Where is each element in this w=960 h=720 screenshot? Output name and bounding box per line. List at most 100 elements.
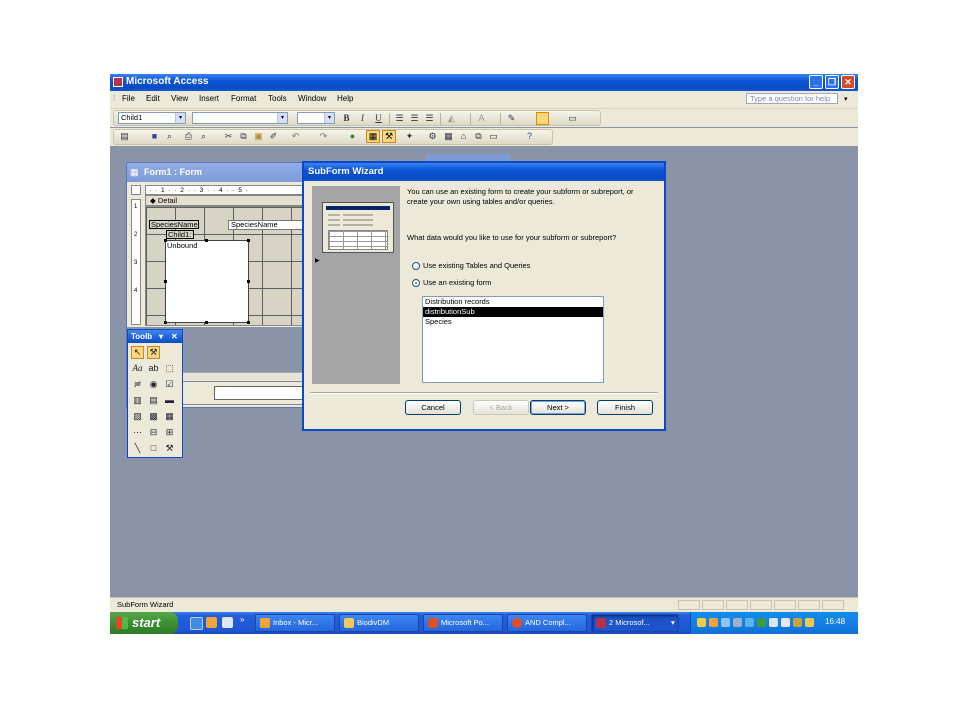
volume-tray-icon[interactable] (805, 618, 814, 627)
print-icon[interactable]: ⎙ (183, 131, 194, 142)
label-tool-icon[interactable]: Aa (131, 362, 144, 375)
detail-grid[interactable]: SpeciesName: SpeciesName Child1: Unbound (145, 206, 317, 326)
taskbar-button-powerpoint[interactable]: Microsoft Po... (423, 614, 503, 632)
combo-box-tool-icon[interactable]: ▥ (131, 394, 144, 407)
more-controls-tool-icon[interactable]: ⚒ (163, 442, 176, 455)
species-name-textbox[interactable]: SpeciesName (228, 220, 308, 230)
align-left-icon[interactable]: ☰ (394, 113, 405, 124)
list-box-tool-icon[interactable]: ▤ (147, 394, 160, 407)
more-chevron-icon[interactable]: » (240, 615, 244, 624)
minimize-button[interactable]: _ (809, 75, 823, 89)
checkbox-tool-icon[interactable]: ☑ (163, 378, 176, 391)
chevron-down-icon[interactable]: ▾ (159, 330, 163, 343)
code-icon[interactable]: ⚙ (427, 131, 438, 142)
redo-icon[interactable]: ↷ (318, 131, 329, 142)
align-right-icon[interactable]: ☰ (424, 113, 435, 124)
undo-icon[interactable]: ↶ (290, 131, 301, 142)
control-wizards-icon[interactable]: ⚒ (147, 346, 160, 359)
autoformat-icon[interactable]: ✦ (404, 131, 415, 142)
footer-field[interactable] (214, 386, 310, 400)
insert-hyperlink-icon[interactable]: ● (347, 131, 358, 142)
option-tables-queries-label[interactable]: Use existing Tables and Queries (423, 261, 530, 271)
fill-color-icon[interactable]: ◭ (446, 113, 457, 124)
resize-handle[interactable] (205, 321, 208, 324)
object-combo[interactable]: Child1 ▾ (118, 112, 186, 124)
option-tables-queries-radio[interactable] (412, 262, 420, 270)
font-size-combo[interactable]: ▾ (297, 112, 335, 124)
subform-control[interactable]: Unbound (165, 240, 249, 323)
menu-file[interactable]: File (122, 94, 135, 103)
cut-icon[interactable]: ✂ (223, 131, 234, 142)
form-selector[interactable] (131, 185, 141, 195)
menu-edit[interactable]: Edit (146, 94, 160, 103)
tray-icon[interactable] (721, 618, 730, 627)
new-object-icon[interactable]: ▭ (488, 131, 499, 142)
tray-icon[interactable] (793, 618, 802, 627)
paste-icon[interactable]: ▣ (253, 131, 264, 142)
resize-handle[interactable] (247, 239, 250, 242)
toggle-button-tool-icon[interactable]: ≓ (131, 378, 144, 391)
field-list-icon[interactable]: ▦ (366, 130, 380, 143)
tray-icon[interactable] (781, 618, 790, 627)
copy-icon[interactable]: ⧉ (238, 131, 249, 142)
form-window-title-bar[interactable]: ▦ Form1 : Form (127, 163, 317, 182)
resize-handle[interactable] (164, 321, 167, 324)
app-title-bar[interactable]: Microsoft Access _ ❐ ✕ (110, 74, 858, 91)
menu-view[interactable]: View (171, 94, 188, 103)
close-button[interactable]: ✕ (841, 75, 855, 89)
chevron-down-icon[interactable]: ▾ (844, 95, 848, 103)
taskbar-button-biodivdm[interactable]: BiodivDM (339, 614, 419, 632)
font-combo[interactable]: ▾ (192, 112, 288, 124)
option-existing-form-label[interactable]: Use an existing form (423, 278, 491, 288)
subform-wizard-dialog[interactable]: SubForm Wizard ▶ You can use an existing… (302, 161, 666, 431)
chevron-down-icon[interactable]: ▾ (175, 113, 185, 123)
tray-icon[interactable] (745, 618, 754, 627)
menu-tools[interactable]: Tools (268, 94, 287, 103)
properties-icon[interactable]: ▦ (443, 131, 454, 142)
list-item[interactable]: Distribution records (423, 297, 603, 307)
bound-object-tool-icon[interactable]: ▦ (163, 410, 176, 423)
page-break-tool-icon[interactable]: ⋯ (131, 426, 144, 439)
menu-format[interactable]: Format (231, 94, 256, 103)
ie-icon[interactable] (190, 617, 203, 630)
option-existing-form-radio[interactable] (412, 279, 420, 287)
child1-label[interactable]: Child1: (166, 230, 194, 239)
menu-help[interactable]: Help (337, 94, 353, 103)
toolbox-palette[interactable]: Toolb ▾ ✕ ↖ ⚒ Aa ab ⬚ ≓ ◉ ☑ ▥ ▤ ▬ ▨ ▩ ▦ … (127, 329, 183, 458)
resize-handle[interactable] (164, 239, 167, 242)
resize-handle[interactable] (164, 280, 167, 283)
back-button[interactable]: < Back (473, 400, 529, 415)
border-width-icon[interactable]: ▭ (567, 113, 578, 124)
taskbar-button-inbox[interactable]: Inbox - Micr... (255, 614, 335, 632)
subform-tool-icon[interactable]: ⊞ (163, 426, 176, 439)
file-search-icon[interactable]: ⌕ (164, 131, 175, 142)
finish-button[interactable]: Finish (597, 400, 653, 415)
taskbar-button-and-compl[interactable]: AND Compl... (507, 614, 587, 632)
taskbar-button-microsoft-access[interactable]: 2 Microsof... ▾ (591, 614, 679, 632)
existing-forms-list[interactable]: Distribution records distributionSub Spe… (422, 296, 604, 383)
special-effect-icon[interactable] (536, 112, 549, 125)
image-tool-icon[interactable]: ▨ (131, 410, 144, 423)
tab-control-tool-icon[interactable]: ⊟ (147, 426, 160, 439)
resize-handle[interactable] (205, 239, 208, 242)
help-search-input[interactable]: Type a question for help (746, 93, 838, 104)
restore-button[interactable]: ❐ (825, 75, 839, 89)
select-objects-icon[interactable]: ↖ (131, 346, 144, 359)
line-color-icon[interactable]: ✎ (506, 113, 517, 124)
detail-section-bar[interactable]: ◆ Detail (145, 195, 317, 206)
resize-handle[interactable] (247, 280, 250, 283)
resize-handle[interactable] (247, 321, 250, 324)
start-button[interactable]: start (110, 612, 178, 634)
database-window-icon[interactable]: ⧉ (473, 131, 484, 142)
help-icon[interactable]: ? (524, 131, 535, 142)
chevron-down-icon[interactable]: ▾ (277, 113, 287, 123)
toolbox-title-bar[interactable]: Toolb ▾ ✕ (128, 330, 182, 343)
chevron-down-icon[interactable]: ▾ (324, 113, 334, 123)
list-item[interactable]: Species (423, 317, 603, 327)
print-preview-icon[interactable]: ⌕ (198, 131, 209, 142)
option-group-tool-icon[interactable]: ⬚ (163, 362, 176, 375)
tray-icon[interactable] (769, 618, 778, 627)
desktop-icon[interactable] (222, 617, 233, 628)
unbound-object-tool-icon[interactable]: ▩ (147, 410, 160, 423)
rectangle-tool-icon[interactable]: □ (147, 442, 160, 455)
